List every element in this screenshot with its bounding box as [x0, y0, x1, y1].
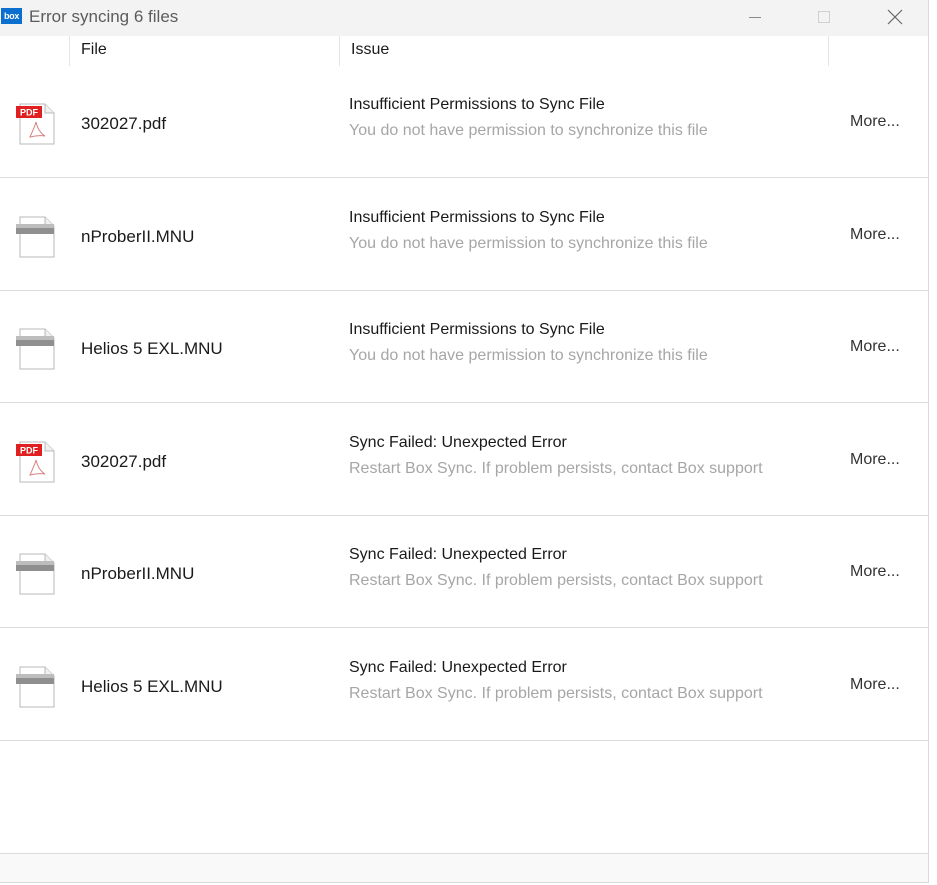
table-header: File Issue: [0, 36, 928, 66]
issue-title: Insufficient Permissions to Sync File: [349, 321, 605, 338]
file-name: Helios 5 EXL.MNU: [81, 677, 223, 696]
file-name: nProberII.MNU: [81, 227, 195, 246]
background-strip: [929, 0, 937, 885]
issue-title: Insufficient Permissions to Sync File: [349, 96, 605, 113]
generic-file-icon: [15, 550, 59, 600]
generic-file-icon: [15, 213, 59, 263]
more-link[interactable]: More...: [850, 563, 900, 581]
error-row-4: PDF 302027.pdf Sync Failed: Unexpected E…: [0, 404, 928, 516]
more-link[interactable]: More...: [850, 226, 900, 244]
error-row-3: Helios 5 EXL.MNU Insufficient Permission…: [0, 291, 928, 403]
file-name: nProberII.MNU: [81, 564, 195, 583]
more-link[interactable]: More...: [850, 338, 900, 356]
pdf-badge-text: PDF: [20, 108, 39, 118]
error-row-2: nProberII.MNU Insufficient Permissions t…: [0, 179, 928, 291]
maximize-button: [801, 0, 847, 34]
issue-detail: You do not have permission to synchroniz…: [349, 122, 708, 139]
close-button[interactable]: [872, 0, 918, 34]
generic-file-icon: [15, 325, 59, 375]
footer: [0, 854, 928, 882]
pdf-badge-text: PDF: [20, 446, 39, 456]
more-link[interactable]: More...: [850, 451, 900, 469]
issue-detail: Restart Box Sync. If problem persists, c…: [349, 572, 763, 589]
issue-title: Sync Failed: Unexpected Error: [349, 546, 567, 563]
issue-title: Sync Failed: Unexpected Error: [349, 659, 567, 676]
minimize-icon: [749, 17, 761, 18]
error-row-6: Helios 5 EXL.MNU Sync Failed: Unexpected…: [0, 629, 928, 741]
issue-detail: Restart Box Sync. If problem persists, c…: [349, 460, 763, 477]
generic-file-icon: [15, 663, 59, 713]
minimize-button[interactable]: [732, 0, 778, 34]
issue-title: Insufficient Permissions to Sync File: [349, 209, 605, 226]
maximize-icon: [818, 11, 830, 23]
pdf-file-icon: PDF: [15, 438, 59, 488]
window-title: Error syncing 6 files: [29, 7, 179, 26]
issue-detail: You do not have permission to synchroniz…: [349, 347, 708, 364]
pdf-file-icon: PDF: [15, 100, 59, 150]
error-row-5: nProberII.MNU Sync Failed: Unexpected Er…: [0, 516, 928, 628]
column-header-issue[interactable]: Issue: [339, 36, 829, 66]
file-name: 302027.pdf: [81, 452, 167, 471]
close-icon: [887, 9, 903, 25]
file-name: Helios 5 EXL.MNU: [81, 339, 223, 358]
issue-title: Sync Failed: Unexpected Error: [349, 434, 567, 451]
issue-detail: You do not have permission to synchroniz…: [349, 235, 708, 252]
more-link[interactable]: More...: [850, 676, 900, 694]
issue-detail: Restart Box Sync. If problem persists, c…: [349, 685, 763, 702]
error-row-1: PDF 302027.pdf Insufficient Permissions …: [0, 66, 928, 178]
file-name: 302027.pdf: [81, 114, 167, 133]
box-logo: box: [1, 8, 22, 24]
sync-error-window: box Error syncing 6 files File Issue PDF…: [0, 0, 929, 883]
title-bar[interactable]: box Error syncing 6 files: [0, 0, 928, 36]
more-link[interactable]: More...: [850, 113, 900, 131]
column-header-file[interactable]: File: [69, 36, 339, 66]
